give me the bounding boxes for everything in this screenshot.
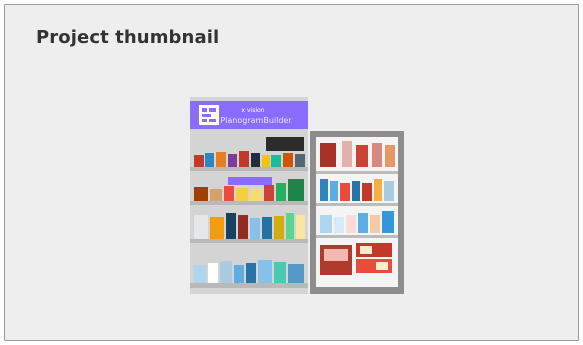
banner-line-2: PlanogramBuilder	[220, 116, 292, 125]
right-shelf-unit	[310, 131, 404, 294]
panel-title: Project thumbnail	[36, 27, 220, 48]
left-shelf-unit: x vision PlanogramBuilder	[190, 97, 308, 294]
project-thumbnail-panel: Project thumbnail x vision PlanogramBuil…	[4, 4, 579, 341]
banner-line-1: x vision	[242, 107, 265, 114]
project-thumbnail-image[interactable]: x vision PlanogramBuilder	[190, 97, 404, 294]
planogram-logo-icon	[199, 105, 219, 125]
